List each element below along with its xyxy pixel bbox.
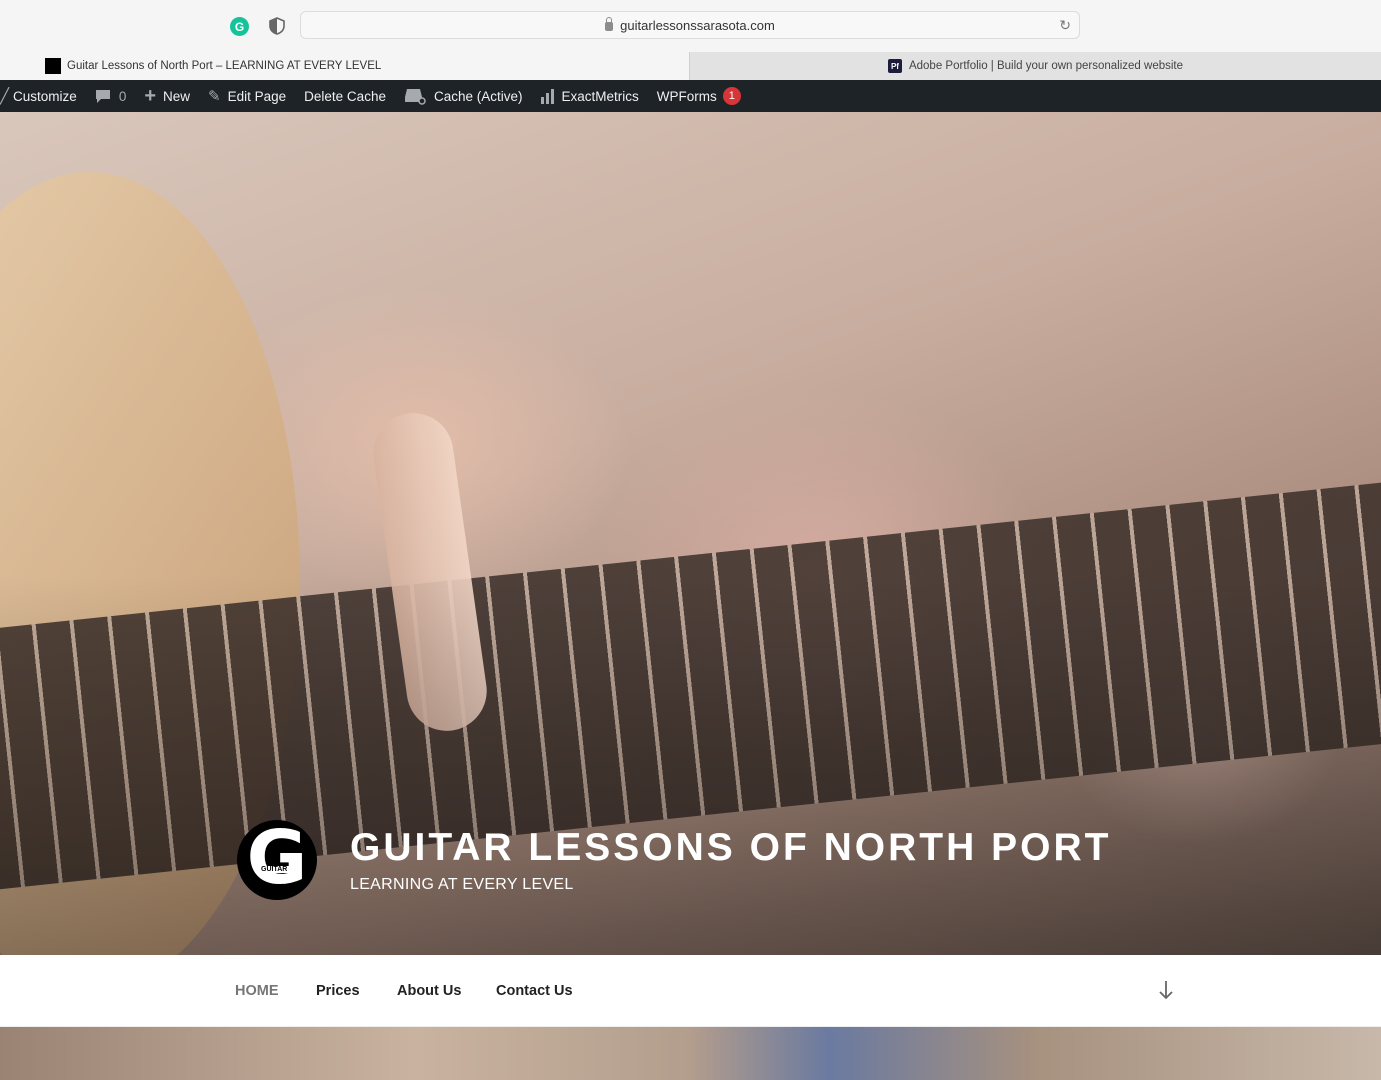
customize-label: Customize: [13, 88, 77, 104]
tab-bar: Guitar Lessons of North Port – LEARNING …: [0, 52, 1381, 80]
nav-item-home[interactable]: HOME: [235, 983, 279, 999]
cache-label: Cache (Active): [433, 88, 523, 104]
reload-icon[interactable]: ↻: [1059, 17, 1071, 34]
logo-letter: G: [246, 815, 308, 901]
delete-cache-label: Delete Cache: [304, 88, 386, 104]
lock-icon: [605, 16, 614, 31]
notification-badge: 1: [722, 87, 741, 105]
plus-icon: +: [144, 84, 157, 107]
brush-icon: ╱: [0, 88, 10, 105]
grammarly-extension-icon[interactable]: G: [230, 17, 249, 36]
new-label: New: [163, 88, 191, 104]
scroll-down-arrow-icon[interactable]: [1157, 979, 1175, 1001]
nav-item-about-us[interactable]: About Us: [397, 983, 461, 999]
site-branding: G GUITAR GUITAR LESSONS OF NORTH PORT LE…: [237, 820, 1111, 900]
bar-chart-icon: [540, 88, 554, 104]
nav-item-prices[interactable]: Prices: [316, 983, 360, 999]
wpforms-button[interactable]: WPForms 1: [657, 80, 741, 112]
logo-text: GUITAR: [259, 866, 290, 873]
tab-title: Adobe Portfolio | Build your own persona…: [908, 60, 1184, 72]
comments-count: 0: [118, 88, 127, 104]
comments-button[interactable]: 0: [95, 80, 127, 112]
cache-status-button[interactable]: Cache (Active): [404, 80, 523, 112]
edit-page-label: Edit Page: [227, 88, 287, 104]
main-navigation: HOME Prices About Us Contact Us: [0, 955, 1381, 1027]
site-description: LEARNING AT EVERY LEVEL: [350, 876, 574, 893]
edit-page-button[interactable]: ✎ Edit Page: [208, 80, 286, 112]
delete-cache-button[interactable]: Delete Cache: [304, 80, 386, 112]
customize-button[interactable]: ╱ Customize: [0, 80, 77, 112]
adobe-portfolio-favicon-icon: Pf: [887, 59, 902, 73]
cache-server-icon: [404, 89, 426, 105]
content-image-preview: [0, 1027, 1381, 1080]
exactmetrics-label: ExactMetrics: [561, 88, 639, 104]
tab-title: Guitar Lessons of North Port – LEARNING …: [67, 60, 382, 72]
comment-icon: [95, 89, 110, 103]
address-bar[interactable]: guitarlessonssarasota.com ↻: [300, 11, 1080, 39]
privacy-shield-icon[interactable]: [268, 17, 286, 35]
tab-guitar-lessons[interactable]: Guitar Lessons of North Port – LEARNING …: [0, 52, 689, 80]
url-text: guitarlessonssarasota.com: [620, 17, 775, 33]
nav-item-contact-us[interactable]: Contact Us: [496, 983, 573, 999]
site-title[interactable]: GUITAR LESSONS OF NORTH PORT: [350, 826, 1111, 870]
wp-admin-bar: ╱ Customize 0 + New ✎ Edit Page Delete C…: [0, 80, 1381, 112]
new-content-button[interactable]: + New: [144, 80, 190, 112]
site-favicon-icon: [45, 58, 61, 74]
browser-toolbar: G guitarlessonssarasota.com ↻: [0, 0, 1381, 52]
exactmetrics-button[interactable]: ExactMetrics: [540, 80, 639, 112]
site-logo[interactable]: G GUITAR: [237, 820, 317, 900]
pencil-icon: ✎: [208, 88, 221, 105]
tab-adobe-portfolio[interactable]: Pf Adobe Portfolio | Build your own pers…: [689, 52, 1381, 80]
wpforms-label: WPForms: [656, 88, 717, 104]
